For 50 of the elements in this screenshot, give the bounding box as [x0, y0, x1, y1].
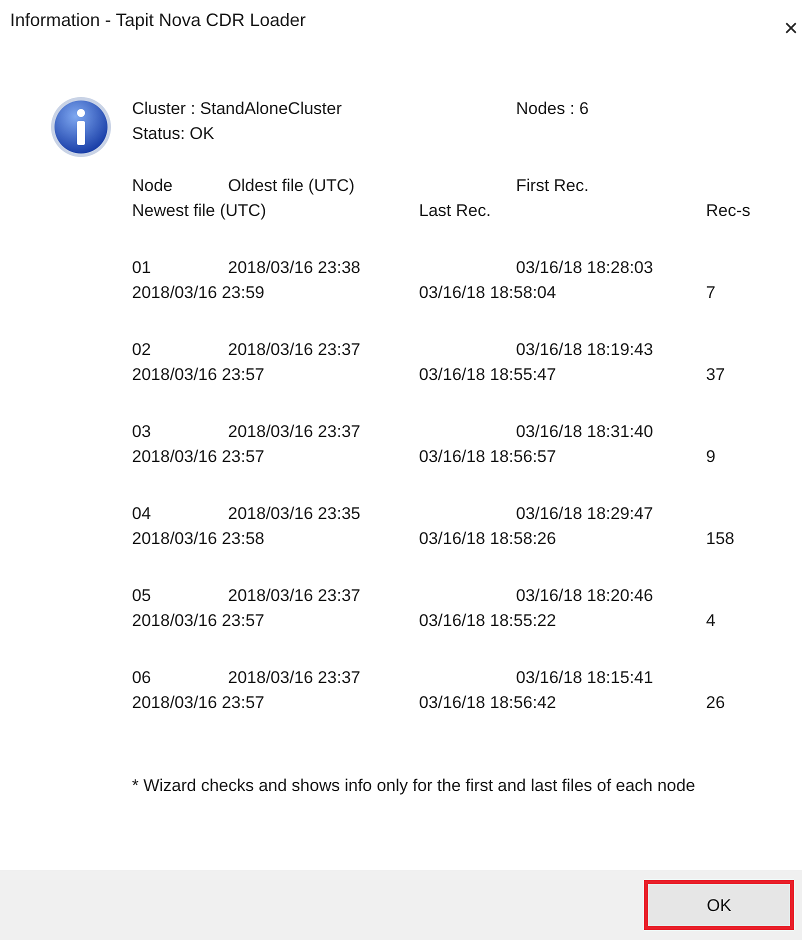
first-rec-cell: 03/16/18 18:29:47: [516, 504, 654, 523]
cluster-label: Cluster : StandAloneCluster: [132, 98, 343, 120]
rec-count-cell: 26: [706, 693, 725, 712]
node-cell: 05: [132, 586, 151, 605]
first-rec-cell: 03/16/18 18:28:03: [516, 258, 654, 277]
node-cell: 06: [132, 668, 151, 687]
close-button[interactable]: ×: [784, 8, 798, 50]
newest-file-cell: 2018/03/16 23:58: [132, 529, 264, 548]
column-header: Newest file (UTC): [132, 201, 266, 220]
oldest-file-cell: 2018/03/16 23:37: [228, 586, 360, 605]
last-rec-cell: 03/16/18 18:56:42: [419, 693, 556, 712]
rec-count-cell: 7: [706, 283, 716, 302]
newest-file-cell: 2018/03/16 23:57: [132, 693, 264, 712]
column-header: Oldest file (UTC): [228, 176, 355, 195]
column-header: Last Rec.: [419, 201, 491, 220]
last-rec-cell: 03/16/18 18:55:47: [419, 365, 556, 384]
first-rec-cell: 03/16/18 18:15:41: [516, 668, 654, 687]
oldest-file-cell: 2018/03/16 23:37: [228, 340, 360, 359]
first-rec-cell: 03/16/18 18:20:46: [516, 586, 654, 605]
oldest-file-cell: 2018/03/16 23:37: [228, 668, 360, 687]
window-title: Information - Tapit Nova CDR Loader: [10, 9, 306, 32]
rec-count-cell: 4: [706, 611, 716, 630]
node-cell: 01: [132, 258, 151, 277]
newest-file-cell: 2018/03/16 23:57: [132, 611, 264, 630]
column-header: Rec-s: [706, 201, 750, 220]
rec-count-cell: 37: [706, 365, 725, 384]
nodes-label: Nodes : 6: [516, 98, 589, 120]
newest-file-cell: 2018/03/16 23:57: [132, 447, 264, 466]
column-header: First Rec.: [516, 176, 589, 195]
last-rec-cell: 03/16/18 18:58:26: [419, 529, 556, 548]
last-rec-cell: 03/16/18 18:58:04: [419, 283, 556, 302]
last-rec-cell: 03/16/18 18:55:22: [419, 611, 556, 630]
info-icon: [50, 96, 112, 158]
node-cell: 02: [132, 340, 151, 359]
newest-file-cell: 2018/03/16 23:59: [132, 283, 264, 302]
first-rec-cell: 03/16/18 18:19:43: [516, 340, 654, 359]
rec-count-cell: 158: [706, 529, 734, 548]
oldest-file-cell: 2018/03/16 23:37: [228, 422, 360, 441]
last-rec-cell: 03/16/18 18:56:57: [419, 447, 556, 466]
node-cell: 03: [132, 422, 151, 441]
oldest-file-cell: 2018/03/16 23:35: [228, 504, 360, 523]
footnote: * Wizard checks and shows info only for the first and last files of each node: [132, 775, 696, 797]
oldest-file-cell: 2018/03/16 23:38: [228, 258, 360, 277]
status-label: Status: OK: [132, 124, 214, 143]
newest-file-cell: 2018/03/16 23:57: [132, 365, 264, 384]
rec-count-cell: 9: [706, 447, 716, 466]
node-cell: 04: [132, 504, 151, 523]
ok-button[interactable]: OK: [644, 880, 794, 930]
first-rec-cell: 03/16/18 18:31:40: [516, 422, 654, 441]
column-header: Node: [132, 176, 173, 195]
